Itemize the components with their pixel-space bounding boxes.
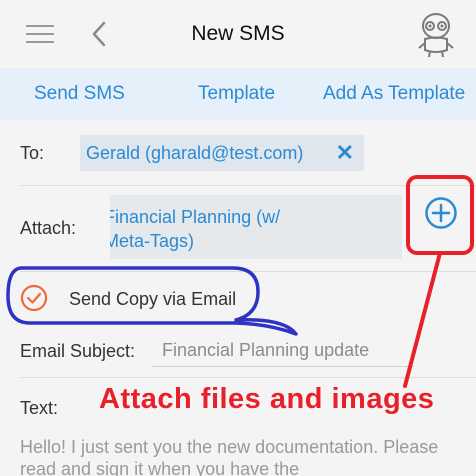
attachment-line-1: Financial Planning (w/ bbox=[110, 207, 281, 227]
recipient-chip[interactable]: Gerald (gharald@test.com) ✕ bbox=[80, 135, 364, 171]
attach-label: Attach: bbox=[20, 218, 77, 238]
attachment-line-2: Meta-Tags) bbox=[110, 231, 195, 251]
robot-mascot-icon[interactable] bbox=[415, 12, 457, 58]
divider bbox=[20, 377, 476, 378]
add-attachment-icon[interactable] bbox=[424, 196, 458, 230]
remove-recipient-icon[interactable]: ✕ bbox=[336, 140, 354, 166]
send-sms-button[interactable]: Send SMS bbox=[34, 83, 125, 105]
text-label: Text: bbox=[20, 398, 59, 418]
recipient-name: Gerald (gharald@test.com) bbox=[86, 143, 304, 163]
action-bar: Send SMS Template Add As Template bbox=[0, 68, 476, 120]
attachment-field[interactable]: Financial Planning (w/ Meta-Tags) bbox=[110, 195, 402, 259]
to-label: To: bbox=[20, 143, 45, 163]
annotation-caption: Attach files and images bbox=[99, 383, 435, 415]
add-as-template-button[interactable]: Add As Template bbox=[323, 83, 465, 105]
message-textarea[interactable]: Hello! I just sent you the new documenta… bbox=[20, 436, 470, 476]
page-title: New SMS bbox=[191, 22, 285, 45]
divider bbox=[20, 271, 476, 272]
email-subject-input[interactable]: Financial Planning update bbox=[152, 335, 414, 367]
email-subject-label: Email Subject: bbox=[20, 341, 136, 361]
top-app-bar: New SMS bbox=[0, 0, 476, 68]
template-button[interactable]: Template bbox=[198, 83, 275, 105]
send-copy-checkbox-icon[interactable] bbox=[20, 284, 48, 312]
send-copy-label[interactable]: Send Copy via Email bbox=[69, 289, 236, 310]
attachment-name: Financial Planning (w/ Meta-Tags) bbox=[110, 205, 280, 253]
divider bbox=[20, 185, 476, 186]
email-subject-value: Financial Planning update bbox=[162, 340, 370, 360]
